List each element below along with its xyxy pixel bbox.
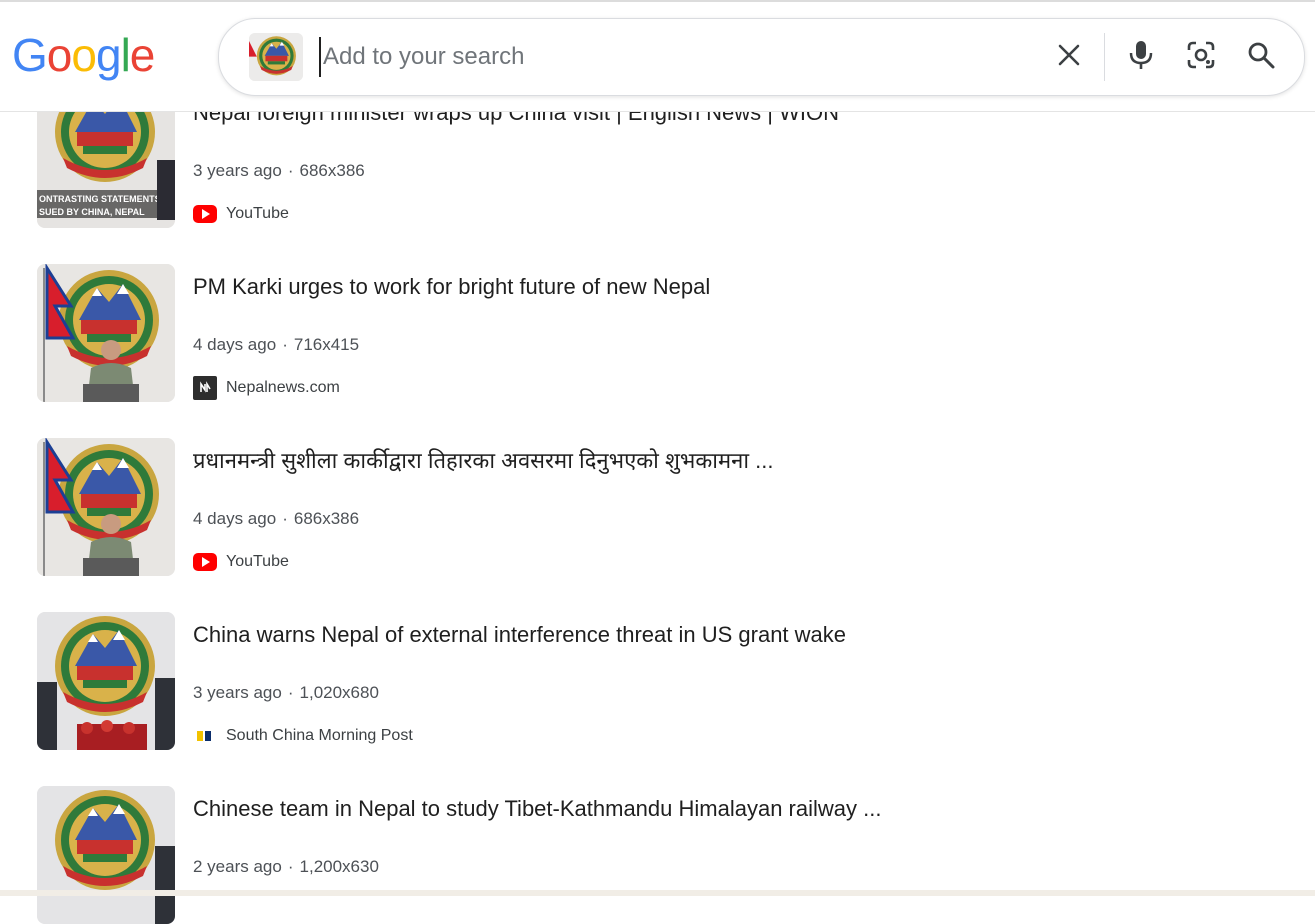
youtube-icon	[193, 204, 217, 224]
source-label: YouTube	[226, 553, 289, 570]
search-button[interactable]	[1245, 41, 1277, 73]
result-age: 2 years ago	[193, 857, 282, 876]
result-age: 4 days ago	[193, 509, 277, 528]
result-source[interactable]: YouTube	[193, 550, 289, 574]
result-age: 3 years ago	[193, 683, 282, 702]
meta-separator: ·	[287, 683, 294, 702]
search-box[interactable]	[218, 18, 1305, 96]
source-label: Nepalnews.com	[226, 379, 340, 396]
result-age: 4 days ago	[193, 335, 277, 354]
result-dimensions: 1,020x680	[299, 683, 379, 702]
meta-separator: ·	[287, 857, 294, 876]
close-icon	[1057, 43, 1081, 72]
logo-letter: l	[120, 29, 131, 81]
lens-search-button[interactable]	[1185, 41, 1217, 73]
result-dimensions: 686x386	[293, 509, 360, 528]
result-thumbnail[interactable]	[37, 612, 175, 750]
clear-button[interactable]	[1053, 41, 1085, 73]
result-thumbnail[interactable]	[37, 786, 175, 924]
google-logo[interactable]: Google	[12, 28, 156, 82]
result-meta: 3 years ago · 686x386	[193, 161, 365, 181]
result-dimensions: 686x386	[299, 161, 365, 180]
source-label: YouTube	[226, 205, 289, 222]
result-meta: 2 years ago · 1,200x630	[193, 857, 379, 877]
result-thumbnail[interactable]	[37, 264, 175, 402]
result-age: 3 years ago	[193, 161, 282, 180]
result-item[interactable]: PM Karki urges to work for bright future…	[37, 264, 1237, 402]
result-title[interactable]: PM Karki urges to work for bright future…	[193, 274, 710, 300]
overlay-line-2: SUED BY CHINA, NEPAL	[39, 207, 145, 217]
result-dimensions: 1,200x630	[299, 857, 379, 876]
scmp-icon	[193, 726, 217, 746]
search-divider	[1104, 33, 1105, 81]
result-title[interactable]: China warns Nepal of external interferen…	[193, 622, 846, 648]
search-icon	[1247, 41, 1275, 74]
bottom-strip	[0, 890, 1315, 896]
lens-icon	[1186, 40, 1216, 75]
result-meta: 3 years ago · 1,020x680	[193, 683, 379, 703]
result-title[interactable]: Chinese team in Nepal to study Tibet-Kat…	[193, 796, 881, 822]
result-source[interactable]: YouTube	[193, 202, 289, 226]
youtube-icon	[193, 552, 217, 572]
result-meta: 4 days ago · 686x386	[193, 509, 359, 529]
logo-letter: o	[46, 29, 73, 81]
result-thumbnail[interactable]	[37, 438, 175, 576]
search-image-chip[interactable]	[249, 33, 303, 81]
meta-separator: ·	[282, 509, 288, 528]
result-item[interactable]: China warns Nepal of external interferen…	[37, 612, 1237, 750]
result-source[interactable]: Nepalnews.com	[193, 376, 340, 400]
header: Google	[0, 0, 1315, 112]
voice-search-button[interactable]	[1125, 40, 1157, 75]
overlay-line-1: ONTRASTING STATEMENTS	[39, 194, 161, 204]
results-list: ONTRASTING STATEMENTS SUED BY CHINA, NEP…	[0, 0, 1315, 924]
result-source[interactable]: South China Morning Post	[193, 724, 413, 748]
meta-separator: ·	[282, 335, 288, 354]
logo-letter: o	[71, 29, 97, 81]
search-input[interactable]	[319, 37, 1023, 77]
result-meta: 4 days ago · 716x415	[193, 335, 359, 355]
nepalnews-icon	[193, 376, 217, 400]
source-label: South China Morning Post	[226, 727, 413, 744]
logo-letter: G	[12, 29, 48, 81]
microphone-icon	[1128, 40, 1154, 75]
meta-separator: ·	[287, 161, 294, 180]
logo-letter: g	[95, 29, 122, 81]
top-divider	[0, 0, 1315, 2]
result-dimensions: 716x415	[293, 335, 360, 354]
result-item[interactable]: Chinese team in Nepal to study Tibet-Kat…	[37, 786, 1237, 924]
result-title[interactable]: प्रधानमन्त्री सुशीला कार्कीद्वारा तिहारक…	[193, 448, 773, 474]
result-item[interactable]: प्रधानमन्त्री सुशीला कार्कीद्वारा तिहारक…	[37, 438, 1237, 576]
logo-letter: e	[129, 29, 156, 81]
